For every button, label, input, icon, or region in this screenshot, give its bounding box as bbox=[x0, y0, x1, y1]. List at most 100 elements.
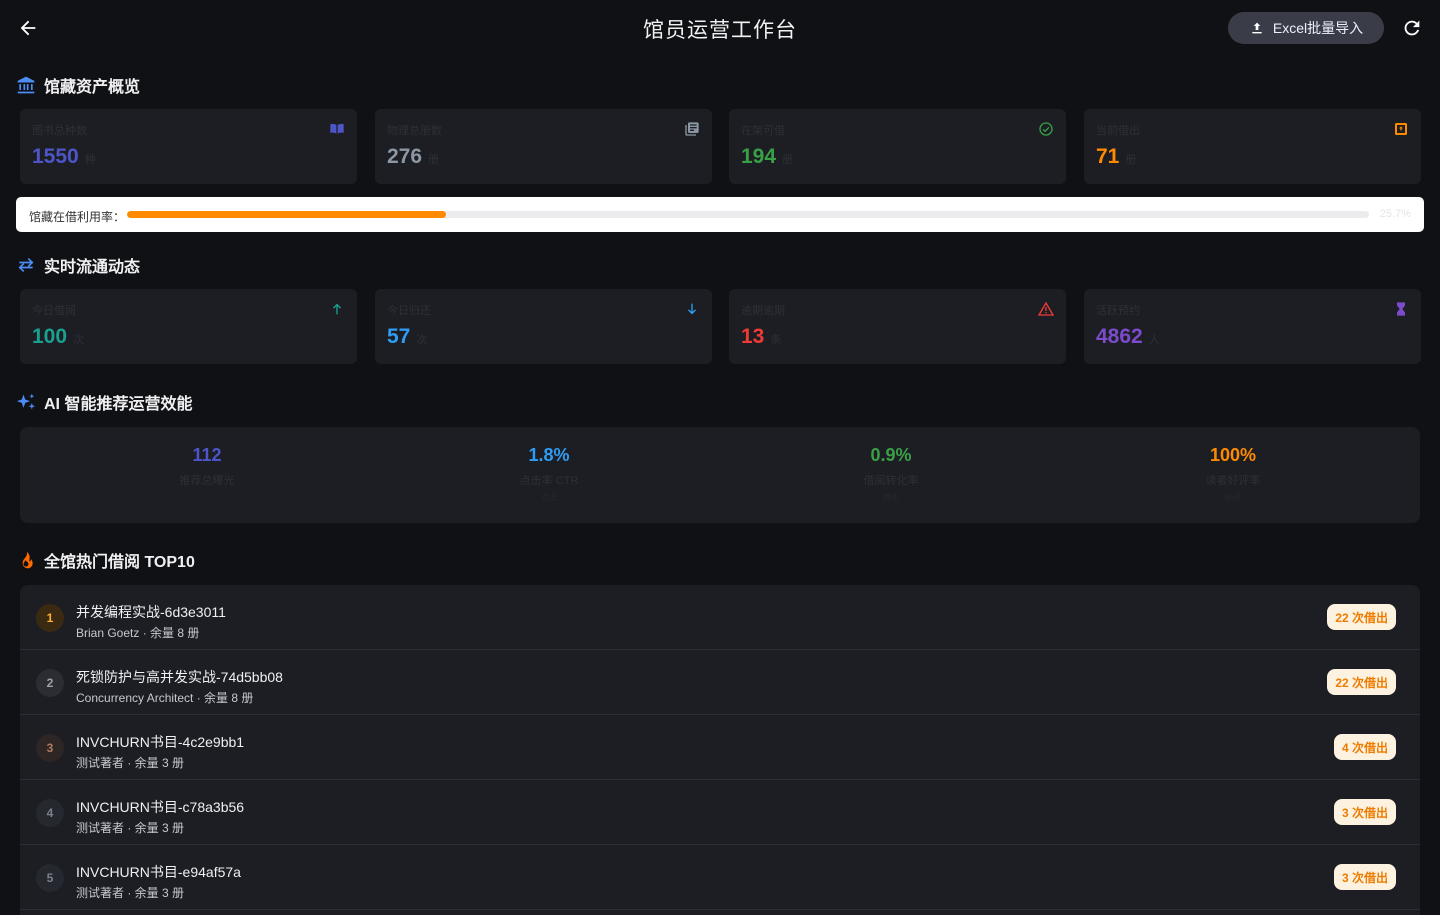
swap-arrows-icon bbox=[18, 258, 34, 272]
fire-icon bbox=[22, 551, 33, 569]
top10-section-title: 全馆热门借阅 TOP10 bbox=[16, 548, 195, 572]
arrow-up-icon bbox=[333, 303, 341, 315]
book-meta: Brian Goetz · 余量 8 册 bbox=[76, 626, 200, 640]
realtime-title: 实时流通动态 bbox=[44, 259, 141, 276]
refresh-icon bbox=[1404, 20, 1420, 36]
ai-metric-sub: 点击 bbox=[541, 493, 557, 502]
borrow-count-badge: 3 次借出 bbox=[1333, 799, 1396, 825]
top-bar: 馆员运营工作台 Excel批量导入 bbox=[0, 0, 1440, 56]
warning-icon bbox=[1038, 301, 1054, 316]
ai-metric-exposure: 112 推荐总曝光 bbox=[107, 445, 307, 488]
stat-label: 当前借出 bbox=[1096, 125, 1140, 137]
list-item[interactable]: 2 死锁防护与高并发实战-74d5bb08 Concurrency Archit… bbox=[20, 650, 1420, 715]
ai-metrics-panel: 112 推荐总曝光 1.8% 点击率 CTR 点击 0.9% 借阅转化率 转化 … bbox=[20, 427, 1420, 523]
check-circle-icon bbox=[1039, 122, 1053, 136]
stat-label: 今日借阅 bbox=[32, 305, 76, 317]
stat-card-today-return: 今日归还 57 次 bbox=[375, 289, 712, 364]
stat-unit: 条 bbox=[770, 334, 782, 346]
stat-value: 71 bbox=[1096, 145, 1120, 168]
ai-metric-label: 读者好评率 bbox=[1205, 475, 1261, 487]
book-title: INVCHURN书目-4c2e9bb1 bbox=[76, 734, 245, 750]
hourglass-icon bbox=[1397, 302, 1405, 316]
rank-badge: 3 bbox=[36, 734, 64, 762]
ai-metric-ctr: 1.8% 点击率 CTR 点击 bbox=[449, 445, 649, 503]
rank-badge: 4 bbox=[36, 799, 64, 827]
utilization-percent: 25.7% bbox=[1379, 208, 1411, 220]
ai-metric-label: 借阅转化率 bbox=[863, 475, 919, 487]
borrow-count-badge: 3 次借出 bbox=[1333, 864, 1396, 890]
bank-icon bbox=[17, 76, 35, 94]
stat-card-available: 在架可借 194 册 bbox=[729, 109, 1066, 184]
stat-unit: 次 bbox=[73, 334, 85, 346]
utilization-bar: 馆藏在借利用率： 25.7% bbox=[16, 197, 1424, 232]
ai-section-title: AI 智能推荐运营效能 bbox=[16, 390, 192, 414]
upload-icon bbox=[1252, 22, 1262, 34]
stat-label: 活跃预约 bbox=[1096, 305, 1140, 317]
top10-list: 1 并发编程实战-6d3e3011 Brian Goetz · 余量 8 册 2… bbox=[20, 585, 1420, 915]
book-title: 并发编程实战-6d3e3011 bbox=[76, 604, 226, 620]
ai-metric-value: 0.9% bbox=[870, 445, 912, 465]
stat-card-reservations: 活跃预约 4862 人 bbox=[1084, 289, 1421, 364]
stat-value: 100 bbox=[32, 325, 68, 348]
library-books-icon bbox=[685, 122, 699, 136]
stat-label: 在架可借 bbox=[741, 125, 785, 137]
excel-import-label: Excel批量导入 bbox=[1272, 20, 1364, 36]
stat-label: 逾期逾期 bbox=[741, 305, 785, 317]
book-meta: 测试著者 · 余量 3 册 bbox=[76, 886, 185, 900]
collection-section-title: 馆藏资产概览 bbox=[16, 73, 140, 97]
rank-badge: 5 bbox=[36, 864, 64, 892]
stat-unit: 册 bbox=[1125, 154, 1137, 166]
book-meta: 测试著者 · 余量 3 册 bbox=[76, 756, 185, 770]
outbox-icon bbox=[1395, 123, 1407, 135]
ai-metric-label: 点击率 CTR bbox=[519, 475, 579, 487]
list-item[interactable]: 3 INVCHURN书目-4c2e9bb1 测试著者 · 余量 3 册 4 次借… bbox=[20, 715, 1420, 780]
book-title: 死锁防护与高并发实战-74d5bb08 bbox=[76, 669, 283, 685]
refresh-button[interactable] bbox=[1398, 14, 1426, 42]
excel-import-button[interactable]: Excel批量导入 bbox=[1228, 12, 1384, 44]
stat-label: 今日归还 bbox=[387, 305, 431, 317]
stat-value: 194 bbox=[741, 145, 777, 168]
stat-card-borrowed: 当前借出 71 册 bbox=[1084, 109, 1421, 184]
book-meta: 测试著者 · 余量 3 册 bbox=[76, 821, 185, 835]
stat-unit: 次 bbox=[416, 334, 428, 346]
stat-label: 图书总种数 bbox=[32, 125, 87, 137]
borrow-count-badge: 22 次借出 bbox=[1327, 604, 1396, 630]
list-item[interactable]: 5 INVCHURN书目-e94af57a 测试著者 · 余量 3 册 3 次借… bbox=[20, 845, 1420, 910]
ai-metric-sub: 好评 bbox=[1225, 493, 1241, 502]
stat-value: 276 bbox=[387, 145, 423, 168]
utilization-label: 馆藏在借利用率： bbox=[29, 210, 126, 224]
ai-title: AI 智能推荐运营效能 bbox=[44, 396, 193, 413]
book-meta: Concurrency Architect · 余量 8 册 bbox=[76, 691, 254, 705]
sparkle-icon bbox=[16, 393, 36, 410]
stat-card-today-borrow: 今日借阅 100 次 bbox=[20, 289, 357, 364]
list-item[interactable]: 4 INVCHURN书目-c78a3b56 测试著者 · 余量 3 册 3 次借… bbox=[20, 780, 1420, 845]
book-title: INVCHURN书目-e94af57a bbox=[76, 864, 241, 880]
top10-title: 全馆热门借阅 TOP10 bbox=[44, 554, 195, 571]
book-open-icon bbox=[330, 123, 344, 134]
borrow-count-badge: 4 次借出 bbox=[1333, 734, 1396, 760]
ai-metric-value: 112 bbox=[192, 445, 222, 465]
stat-card-total-volumes: 物理总册数 276 册 bbox=[375, 109, 712, 184]
borrow-count-badge: 22 次借出 bbox=[1327, 669, 1396, 695]
utilization-fill bbox=[127, 211, 447, 218]
ai-metric-satisfaction: 100% 读者好评率 好评 bbox=[1133, 445, 1333, 503]
stat-value: 4862 bbox=[1096, 325, 1143, 348]
ai-metric-sub: 转化 bbox=[883, 493, 899, 502]
rank-badge: 1 bbox=[36, 604, 64, 632]
stat-unit: 种 bbox=[84, 154, 96, 166]
ai-metric-value: 1.8% bbox=[528, 445, 570, 465]
list-item[interactable]: 1 并发编程实战-6d3e3011 Brian Goetz · 余量 8 册 2… bbox=[20, 585, 1420, 650]
ai-metric-conversion: 0.9% 借阅转化率 转化 bbox=[791, 445, 991, 503]
page-title: 馆员运营工作台 bbox=[643, 19, 797, 42]
ai-metric-value: 100% bbox=[1209, 445, 1257, 465]
arrow-down-icon bbox=[688, 303, 696, 315]
realtime-section-title: 实时流通动态 bbox=[16, 253, 140, 277]
stat-label: 物理总册数 bbox=[387, 125, 442, 137]
rank-badge: 2 bbox=[36, 669, 64, 697]
ai-metric-label: 推荐总曝光 bbox=[179, 475, 235, 487]
collection-title: 馆藏资产概览 bbox=[44, 79, 141, 96]
stat-card-overdue: 逾期逾期 13 条 bbox=[729, 289, 1066, 364]
stat-unit: 册 bbox=[782, 154, 794, 166]
stat-value: 57 bbox=[387, 325, 411, 348]
utilization-track bbox=[127, 211, 1369, 218]
